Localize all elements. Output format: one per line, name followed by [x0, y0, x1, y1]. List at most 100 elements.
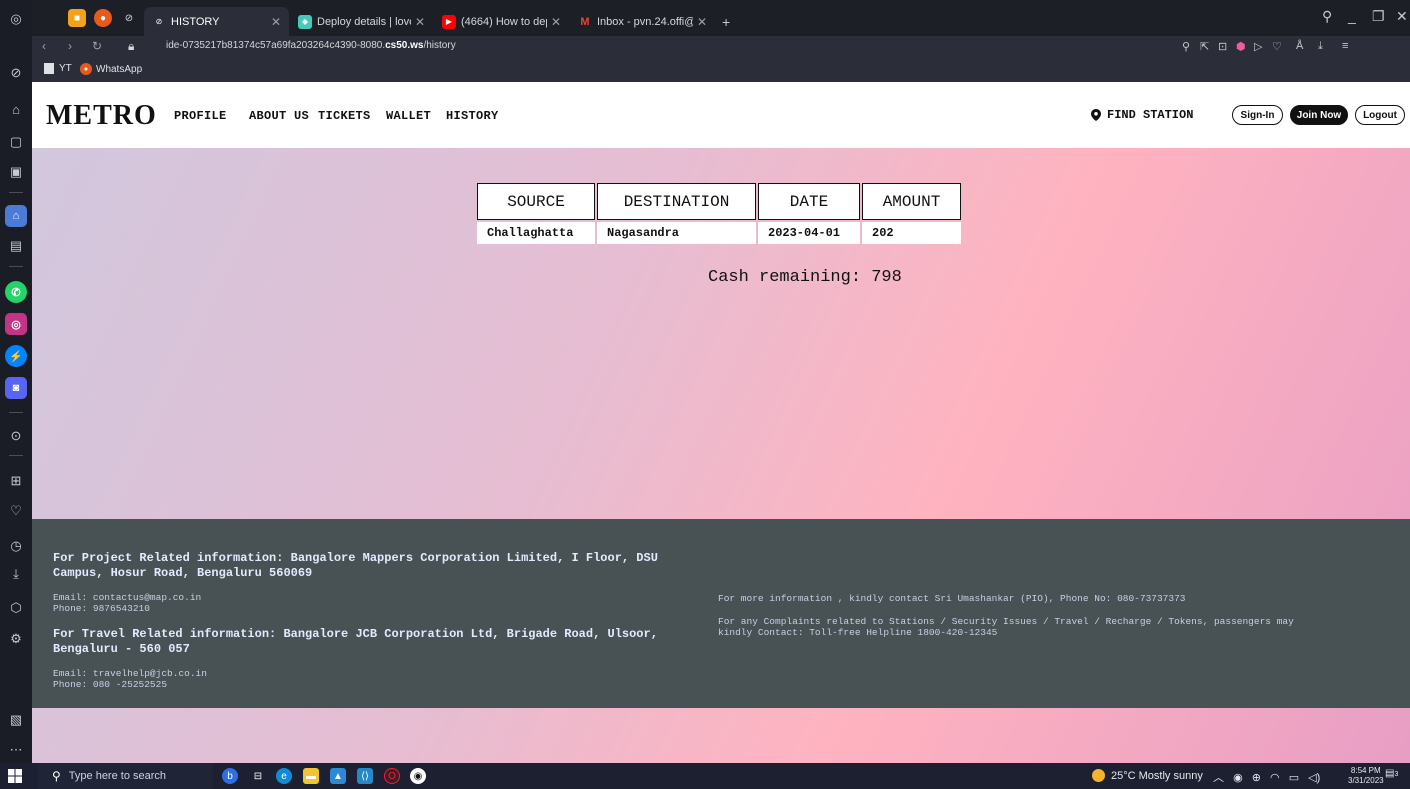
globe-icon: ⊘	[155, 17, 163, 26]
tab-search-icon[interactable]: ⚲	[1322, 8, 1332, 25]
tab-gmail[interactable]: M Inbox - pvn.24.offi@gmail.c ✕	[570, 7, 715, 36]
url-field[interactable]: ide-0735217b81374c57a69fa203264c4390-808…	[166, 40, 456, 51]
whatsapp-icon[interactable]: ✆	[5, 281, 27, 303]
github-icon[interactable]: ◉	[410, 768, 426, 784]
discord-icon[interactable]: ◙	[5, 377, 27, 399]
nav-wallet[interactable]: WALLET	[386, 109, 431, 123]
tab-youtube[interactable]: ▶ (4664) How to deploy Flask ✕	[434, 7, 569, 36]
heart-bookmarks-icon[interactable]: ♡	[5, 500, 27, 522]
more-info-text: For more information , kindly contact Sr…	[718, 593, 1186, 604]
network-icon[interactable]: ⊕	[1252, 772, 1261, 784]
nav-history[interactable]: HISTORY	[446, 109, 499, 123]
record-icon[interactable]: ◉	[1233, 772, 1243, 784]
wifi-icon[interactable]: ◠	[1270, 772, 1280, 784]
history-table: SOURCE DESTINATION DATE AMOUNT Challagha…	[475, 181, 963, 246]
opera-taskbar-icon[interactable]: O	[384, 768, 400, 784]
pinned-tab-3-icon[interactable]: ⊘	[120, 9, 138, 27]
whatsapp-bookmark-icon: ●	[80, 63, 92, 75]
windows-start-icon[interactable]	[8, 769, 22, 783]
bing-icon[interactable]: b	[222, 768, 238, 784]
play-icon[interactable]: ▷	[1254, 40, 1262, 53]
forward-icon[interactable]: ›	[68, 39, 72, 53]
search-icon: ⚲	[52, 769, 61, 783]
new-tab-button[interactable]: +	[718, 7, 742, 36]
history-clock-icon[interactable]: ◷	[5, 535, 27, 557]
find-station-link[interactable]: FIND STATION	[1091, 108, 1193, 122]
bookmark-whatsapp[interactable]: ● WhatsApp	[80, 63, 142, 75]
cell-destination: Nagasandra	[597, 222, 756, 244]
cash-remaining: Cash remaining: 798	[708, 268, 902, 287]
downloads-icon[interactable]: ⤓	[5, 563, 27, 585]
vpn-shield-icon[interactable]: ⬢	[1236, 40, 1246, 53]
nav-tickets[interactable]: TICKETS	[318, 109, 371, 123]
extensions-icon[interactable]: ⬡	[5, 597, 27, 619]
logout-button[interactable]: Logout	[1355, 105, 1405, 125]
workspaces-icon[interactable]: ⌂	[5, 98, 27, 120]
task-view-icon[interactable]: ⊟	[250, 768, 266, 784]
gmail-icon: M	[580, 15, 590, 28]
bookmark-yt[interactable]: YT	[44, 63, 72, 74]
address-bar: ‹ › ↻ 🔒︎ ide-0735217b81374c57a69fa203264…	[32, 36, 1410, 58]
download-icon[interactable]: ⤓	[1318, 40, 1323, 53]
nav-about-us[interactable]: ABOUT US	[249, 109, 309, 123]
reload-icon[interactable]: ↻	[92, 39, 102, 53]
nav-profile[interactable]: PROFILE	[174, 109, 227, 123]
windows-taskbar: ⚲ Type here to search b ⊟ e ▬ ▲ ⟨⟩ O ◉ 2…	[0, 763, 1410, 789]
close-tab-icon[interactable]: ✕	[271, 15, 281, 29]
close-tab-icon[interactable]: ✕	[697, 15, 707, 29]
close-tab-icon[interactable]: ✕	[551, 15, 561, 29]
settings-gear-icon[interactable]: ⚙	[5, 628, 27, 650]
tab-history[interactable]: ⊘ HISTORY ✕	[144, 7, 289, 36]
lock-icon[interactable]: 🔒︎	[128, 39, 134, 54]
store-icon[interactable]: ▲	[330, 768, 346, 784]
profile-icon[interactable]: Å	[1296, 40, 1303, 52]
site-navbar: METRO PROFILE ABOUT US TICKETS WALLET HI…	[32, 82, 1410, 148]
clock[interactable]: 8:54 PM 3/31/2023	[1348, 766, 1384, 786]
notification-center-icon[interactable]: ▤3	[1385, 768, 1401, 783]
display-icon[interactable]: ▭	[1289, 772, 1299, 784]
aria-ai-icon[interactable]: ⊘	[5, 62, 27, 84]
tab-deploy-details[interactable]: ◆ Deploy details | lovely-sawi ✕	[290, 7, 433, 36]
table-row: Challaghatta Nagasandra 2023-04-01 202	[477, 222, 961, 244]
opera-logo-icon[interactable]: ◎	[5, 8, 27, 30]
edge-icon[interactable]: e	[276, 768, 292, 784]
col-header-source: SOURCE	[477, 183, 595, 220]
chevron-up-icon[interactable]: ︿	[1213, 772, 1224, 784]
home-workspace-icon[interactable]: ⌂	[5, 205, 27, 227]
join-now-button[interactable]: Join Now	[1290, 105, 1348, 125]
messenger-app-icon[interactable]: ⚡	[5, 345, 27, 367]
file-explorer-icon[interactable]: ▬	[303, 768, 319, 784]
heart-icon[interactable]: ♡	[1272, 40, 1282, 53]
bookmarks-bar: YT ● WhatsApp	[32, 58, 1410, 82]
easy-setup-icon[interactable]: ≡	[1342, 40, 1348, 52]
system-tray[interactable]: ︿ ◉ ⊕ ◠ ▭ ◁)	[1213, 769, 1320, 785]
render-icon: ◆	[298, 14, 312, 29]
col-header-date: DATE	[758, 183, 860, 220]
minimize-icon[interactable]: _	[1348, 8, 1356, 24]
sign-in-button[interactable]: Sign-In	[1232, 105, 1283, 125]
close-window-icon[interactable]: ✕	[1396, 8, 1408, 25]
speed-dial-icon[interactable]: ⊞	[5, 470, 27, 492]
vscode-icon[interactable]: ⟨⟩	[357, 768, 373, 784]
player-icon[interactable]: ⊙	[5, 425, 27, 447]
taskbar-search-input[interactable]: ⚲ Type here to search	[38, 763, 213, 789]
weather-widget[interactable]: 25°C Mostly sunny	[1092, 769, 1203, 782]
restore-icon[interactable]: ❐	[1372, 8, 1385, 25]
table-header-row: SOURCE DESTINATION DATE AMOUNT	[477, 183, 961, 220]
search-icon[interactable]: ⚲	[1182, 40, 1190, 53]
volume-icon[interactable]: ◁)	[1308, 772, 1320, 784]
back-icon[interactable]: ‹	[42, 39, 46, 53]
instagram-icon[interactable]: ◎	[5, 313, 27, 335]
camera-icon[interactable]: ⊡	[1218, 40, 1227, 53]
close-tab-icon[interactable]: ✕	[415, 15, 425, 29]
site-logo[interactable]: METRO	[46, 100, 157, 132]
share-icon[interactable]: ⇱	[1200, 40, 1209, 53]
messenger-icon[interactable]: ▢	[5, 131, 27, 153]
settings-panel-icon[interactable]: ▣	[5, 161, 27, 183]
pinned-tab-1-icon[interactable]: ■	[68, 9, 86, 27]
snapshot-icon[interactable]: ▧	[5, 709, 27, 731]
cell-amount: 202	[862, 222, 961, 244]
pinned-tab-2-icon[interactable]: ●	[94, 9, 112, 27]
workspace-2-icon[interactable]: ▤	[5, 235, 27, 257]
more-options-icon[interactable]: ⋯	[5, 739, 27, 761]
